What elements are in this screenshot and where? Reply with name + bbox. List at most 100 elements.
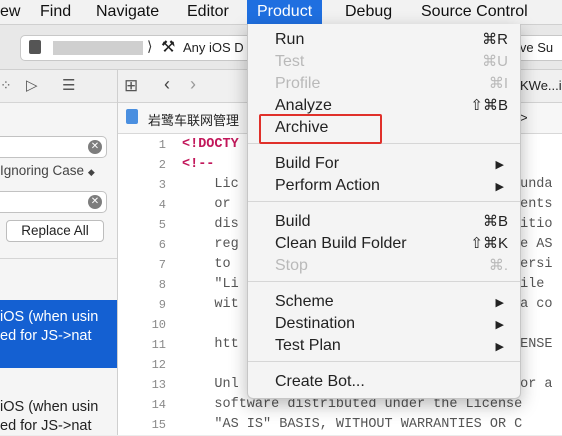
menu-debug[interactable]: Debug xyxy=(345,0,392,24)
separator-icon: ⟩ xyxy=(147,38,153,54)
menu-item-label: Stop xyxy=(275,257,308,274)
breadcrumb-tail: > xyxy=(520,110,528,125)
find-navigator: ⁘ ▷ ☰ ✕ Ignoring Case ◆ ✕ Replace All iO… xyxy=(0,70,118,435)
line-number: 6 xyxy=(158,238,166,252)
menu-item-profile[interactable]: Profile ⌘I xyxy=(248,73,520,95)
breadcrumb[interactable]: 岩鹭车联网管理 xyxy=(148,110,239,129)
code-line: <!-- xyxy=(182,157,215,172)
dots-icon[interactable]: ⁘ xyxy=(0,77,12,94)
replace-all-button[interactable]: Replace All xyxy=(6,220,104,242)
menu-item-test[interactable]: Test ⌘U xyxy=(248,51,520,73)
selected-result[interactable]: iOS (when usin ed for JS->nat xyxy=(0,300,117,368)
file-icon xyxy=(126,109,138,124)
menu-separator xyxy=(248,281,520,282)
menu-item-label: Test xyxy=(275,53,305,70)
menu-item-shortcut: ⌘. xyxy=(488,257,508,274)
menu-source-control[interactable]: Source Control xyxy=(421,0,528,24)
line-number: 8 xyxy=(158,278,166,292)
line-number: 11 xyxy=(151,338,166,352)
line-number: 7 xyxy=(158,258,166,272)
menu-item-label: Test Plan xyxy=(275,337,341,354)
result-line: iOS (when usin xyxy=(0,309,99,325)
destination-label: Any iOS D xyxy=(183,40,244,55)
code-line: wit xyxy=(182,297,239,312)
result-line: iOS (when usin xyxy=(0,399,99,415)
navigator-tabbar: ⁘ ▷ ☰ xyxy=(0,70,117,103)
code-line: dis xyxy=(182,217,239,232)
status-text: ive Su xyxy=(517,40,554,55)
forward-icon[interactable]: › xyxy=(190,74,196,95)
line-number: 13 xyxy=(151,378,166,392)
submenu-arrow-icon: ▶ xyxy=(495,297,504,309)
code-line: htt xyxy=(182,337,239,352)
submenu-arrow-icon: ▶ xyxy=(495,341,504,353)
replace-field[interactable]: ✕ xyxy=(0,191,107,213)
menu-item-shortcut: ⇧⌘K xyxy=(470,235,508,252)
divider xyxy=(0,258,117,259)
line-number: 14 xyxy=(151,398,166,412)
ignoring-case-label: Ignoring Case xyxy=(0,163,85,178)
submenu-arrow-icon: ▶ xyxy=(495,159,504,171)
menu-item-stop[interactable]: Stop ⌘. xyxy=(248,255,520,277)
menu-navigate[interactable]: Navigate xyxy=(96,0,159,24)
hammer-icon: ⚒ xyxy=(161,39,176,56)
result-line: ed for JS->nat xyxy=(0,328,92,344)
scheme-name-blurred xyxy=(53,41,143,55)
menu-separator xyxy=(248,361,520,362)
find-field[interactable]: ✕ xyxy=(0,136,107,158)
menu-item-test-plan[interactable]: Test Plan ▶ xyxy=(248,335,520,357)
menu-item-shortcut: ⌘U xyxy=(482,53,508,70)
menu-product[interactable]: Product xyxy=(247,0,323,24)
line-number: 12 xyxy=(151,358,166,372)
menu-item-scheme[interactable]: Scheme ▶ xyxy=(248,291,520,313)
archive-highlight-box xyxy=(259,114,382,144)
clear-icon[interactable]: ✕ xyxy=(88,140,102,154)
code-line: "AS IS" BASIS, WITHOUT WARRANTIES OR C xyxy=(182,417,523,432)
menu-item-build[interactable]: Build ⌘B xyxy=(248,211,520,233)
menu-item-destination[interactable]: Destination ▶ xyxy=(248,313,520,335)
menu-item-create-bot[interactable]: Create Bot... xyxy=(248,371,520,393)
code-line: reg xyxy=(182,237,239,252)
menu-item-label: Scheme xyxy=(275,293,334,310)
menu-item-clean-build-folder[interactable]: Clean Build Folder ⇧⌘K xyxy=(248,233,520,255)
submenu-arrow-icon: ▶ xyxy=(495,319,504,331)
tab-title[interactable]: KWe...i xyxy=(520,78,562,93)
menu-item-label: Clean Build Folder xyxy=(275,235,407,252)
code-line: Unl xyxy=(182,377,239,392)
menu-item-label: Profile xyxy=(275,75,321,92)
menu-editor[interactable]: Editor xyxy=(187,0,229,24)
app-icon xyxy=(29,40,41,54)
submenu-arrow-icon: ▶ xyxy=(495,181,504,193)
menu-item-perform-action[interactable]: Perform Action ▶ xyxy=(248,175,520,197)
popup-arrows-icon: ◆ xyxy=(87,167,95,177)
menu-view[interactable]: ew xyxy=(0,0,20,24)
code-line: or xyxy=(182,197,239,212)
line-number: 4 xyxy=(158,198,166,212)
line-number: 10 xyxy=(151,318,166,332)
list-icon[interactable]: ☰ xyxy=(62,76,75,94)
line-number: 15 xyxy=(151,418,166,432)
ignoring-case-popup[interactable]: Ignoring Case ◆ xyxy=(0,163,95,178)
scheme-selector[interactable]: ⟩ ⚒ Any iOS D xyxy=(20,35,270,61)
code-line: <!DOCTY xyxy=(182,137,239,152)
menu-item-run[interactable]: Run ⌘R xyxy=(248,29,520,51)
menu-item-shortcut: ⌘R xyxy=(482,31,508,48)
menu-item-shortcut: ⌘I xyxy=(488,75,508,92)
code-line: Lic xyxy=(182,177,239,192)
result-item[interactable]: iOS (when usin ed for JS->nat xyxy=(0,392,117,435)
menu-item-label: Perform Action xyxy=(275,177,380,194)
menu-separator xyxy=(248,201,520,202)
related-items-icon[interactable]: ⊞ xyxy=(124,76,138,96)
menu-item-label: Run xyxy=(275,31,305,48)
result-line: ed for JS->nat xyxy=(0,418,92,434)
menu-item-label: Build xyxy=(275,213,311,230)
menu-item-label: Destination xyxy=(275,315,356,332)
line-number: 9 xyxy=(158,298,166,312)
clear-icon[interactable]: ✕ xyxy=(88,195,102,209)
menu-find[interactable]: Find xyxy=(40,0,71,24)
menu-item-build-for[interactable]: Build For ▶ xyxy=(248,153,520,175)
tag-icon[interactable]: ▷ xyxy=(26,76,38,94)
menu-item-label: Build For xyxy=(275,155,340,172)
menu-item-shortcut: ⇧⌘B xyxy=(470,97,508,114)
back-icon[interactable]: ‹ xyxy=(164,74,170,95)
